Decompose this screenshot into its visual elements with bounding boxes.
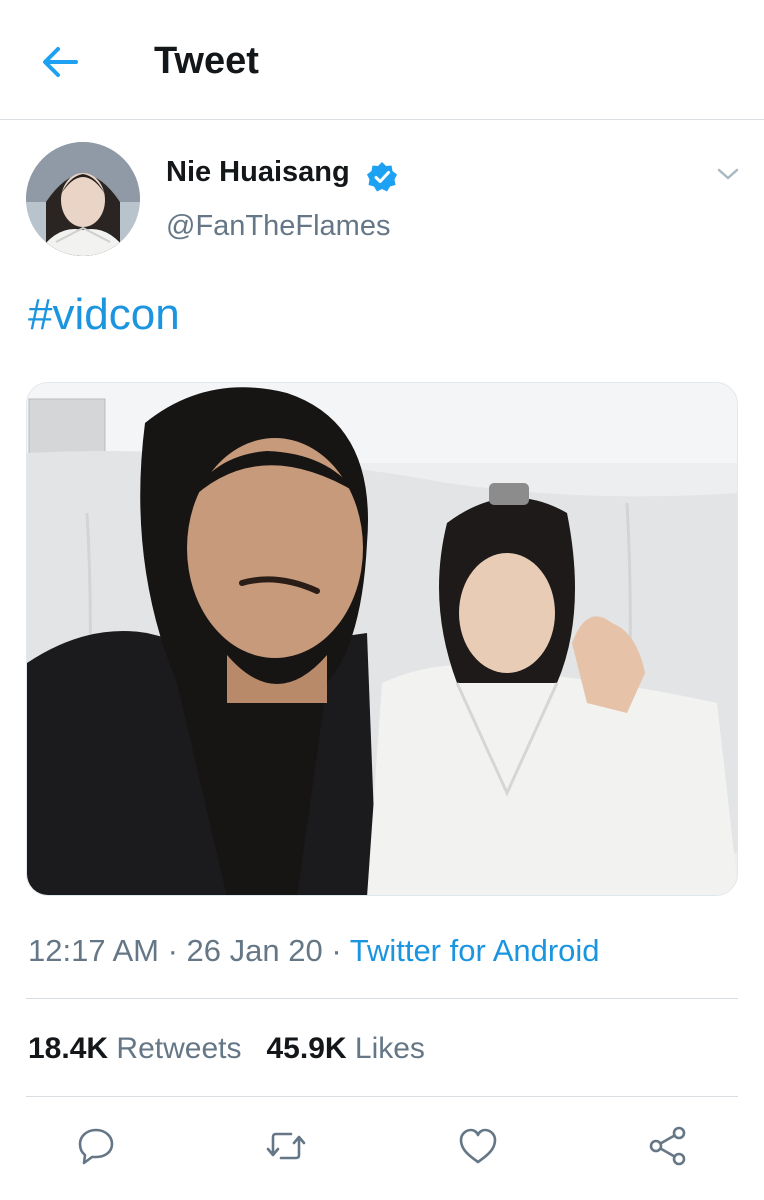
- chevron-down-icon[interactable]: [712, 158, 744, 190]
- likes-label: Likes: [354, 1032, 425, 1065]
- author-handle[interactable]: @FanTheFlames: [166, 210, 390, 243]
- engagement-stats: 18.4K Retweets 45.9K Likes: [28, 1032, 425, 1066]
- meta-separator: ·: [158, 933, 187, 968]
- tweet-time: 12:17 AM: [28, 933, 159, 968]
- share-icon[interactable]: [646, 1124, 690, 1168]
- retweets-stat[interactable]: 18.4K Retweets: [28, 1032, 241, 1065]
- author-display-name[interactable]: Nie Huaisang: [166, 156, 350, 189]
- tweet-photo[interactable]: [26, 382, 738, 896]
- avatar-image: [26, 142, 140, 256]
- divider: [26, 1096, 738, 1097]
- divider: [26, 998, 738, 999]
- verified-badge-icon: [367, 162, 397, 192]
- page-title: Tweet: [154, 40, 259, 82]
- retweets-count: 18.4K: [28, 1032, 109, 1065]
- reply-icon[interactable]: [74, 1124, 118, 1168]
- photo-image: [27, 383, 737, 895]
- tweet-date: 26 Jan 20: [186, 933, 323, 968]
- tweet-hashtag-link[interactable]: #vidcon: [28, 290, 180, 340]
- likes-stat[interactable]: 45.9K Likes: [266, 1032, 424, 1065]
- like-icon[interactable]: [456, 1124, 500, 1168]
- meta-separator: ·: [322, 933, 350, 968]
- retweets-label: Retweets: [116, 1032, 242, 1065]
- tweet-timestamp-line: 12:17 AM · 26 Jan 20 · Twitter for Andro…: [28, 933, 600, 969]
- retweet-icon[interactable]: [264, 1124, 308, 1168]
- arrow-left-icon[interactable]: [36, 38, 84, 86]
- tweet-source-link[interactable]: Twitter for Android: [350, 933, 600, 968]
- top-app-bar: Tweet: [0, 0, 764, 120]
- avatar[interactable]: [26, 142, 140, 256]
- likes-count: 45.9K: [266, 1032, 347, 1065]
